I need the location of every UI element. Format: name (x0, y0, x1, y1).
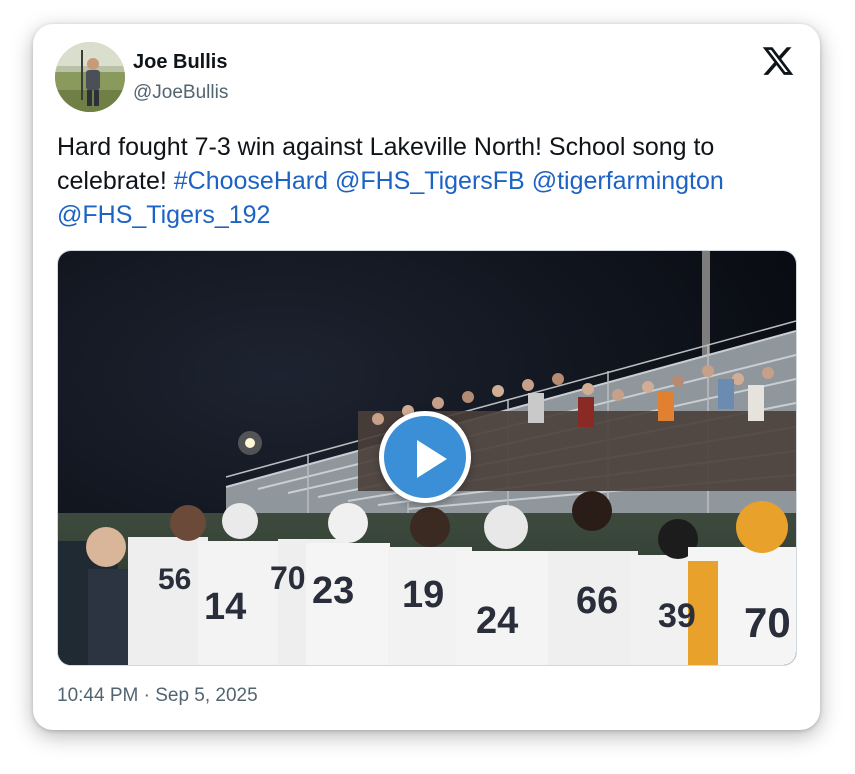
jersey-number: 70 (270, 560, 306, 596)
tweet-card: Joe Bullis @JoeBullis Hard fought 7-3 wi… (33, 24, 820, 730)
play-button[interactable] (379, 411, 471, 503)
avatar-image (55, 42, 125, 112)
video-thumbnail[interactable]: 56 14 70 23 19 24 66 39 70 (57, 250, 797, 666)
jersey-number: 24 (476, 600, 518, 642)
avatar[interactable] (55, 42, 125, 112)
x-logo-icon[interactable] (761, 44, 795, 78)
jersey-number: 14 (204, 586, 246, 628)
jersey-number: 70 (744, 599, 791, 646)
mention-link-fhs-tigersfb[interactable]: @FHS_TigersFB (335, 167, 525, 195)
jersey-number: 19 (402, 574, 444, 616)
jersey-number: 39 (658, 597, 696, 635)
play-icon (417, 440, 447, 478)
author-handle[interactable]: @JoeBullis (133, 82, 228, 104)
jersey-number: 66 (576, 580, 618, 622)
tweet-text: Hard fought 7-3 win against Lakeville No… (57, 130, 797, 232)
author-name[interactable]: Joe Bullis (133, 51, 227, 74)
hashtag-link[interactable]: #ChooseHard (174, 167, 328, 195)
tweet-timestamp[interactable]: 10:44 PM · Sep 5, 2025 (57, 685, 258, 707)
jersey-number: 56 (158, 563, 191, 596)
jersey-number: 23 (312, 570, 354, 612)
mention-link-fhs-tigers-192[interactable]: @FHS_Tigers_192 (57, 201, 270, 229)
mention-link-tigerfarmington[interactable]: @tigerfarmington (532, 167, 724, 195)
